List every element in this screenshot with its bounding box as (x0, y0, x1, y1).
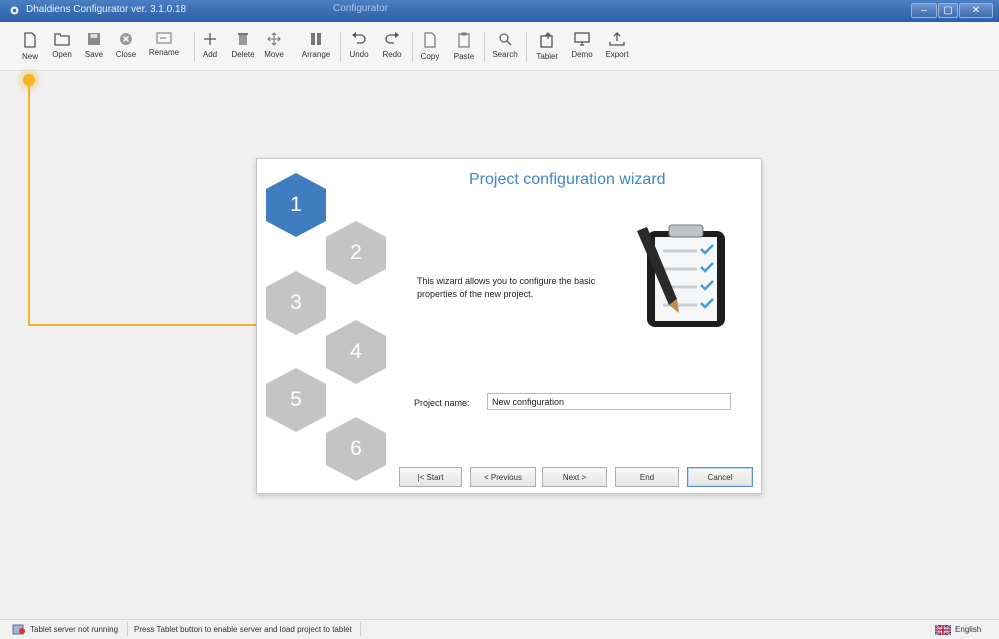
search-button[interactable]: Search (489, 26, 521, 66)
window-title: Dhaldiens Configurator ver. 3.1.0.18 (26, 4, 187, 15)
step-5-hexagon[interactable]: 5 (264, 367, 328, 433)
tablet-button[interactable]: Tablet (531, 26, 563, 66)
export-button[interactable]: Export (601, 26, 633, 66)
redo-button[interactable]: Redo (376, 26, 408, 66)
end-button[interactable]: End (615, 467, 679, 487)
wizard-title: Project configuration wizard (469, 171, 666, 188)
step-4-hexagon[interactable]: 4 (324, 319, 388, 385)
demo-label: Demo (571, 50, 593, 59)
copy-button[interactable]: Copy (414, 26, 446, 66)
new-label: New (21, 52, 38, 61)
undo-label: Undo (349, 50, 369, 59)
add-label: Add (202, 50, 218, 59)
toolbar-separator (484, 32, 485, 62)
arrange-label: Arrange (301, 50, 331, 59)
wizard-dialog: Project configuration wizard 1 2 3 4 5 6… (256, 158, 762, 494)
search-label: Search (492, 50, 518, 59)
copy-icon (424, 32, 436, 48)
wizard-description: This wizard allows you to configure the … (417, 276, 596, 299)
delete-button[interactable]: Delete (227, 26, 259, 66)
toolbar-separator (340, 32, 341, 62)
new-button[interactable]: New (14, 26, 46, 66)
tablet-server-status-icon (12, 624, 25, 635)
step-6-hexagon[interactable]: 6 (324, 416, 388, 482)
title-bar: Dhaldiens Configurator ver. 3.1.0.18 Con… (0, 0, 999, 22)
window-center-title: Configurator (333, 3, 389, 14)
step-4-number: 4 (350, 340, 362, 363)
step-2-number: 2 (350, 241, 362, 264)
save-label: Save (84, 50, 104, 59)
status-bar: Tablet server not running Press Tablet b… (0, 619, 999, 639)
step-3-hexagon[interactable]: 3 (264, 270, 328, 336)
callout-line-vertical (28, 79, 30, 325)
minimize-button[interactable]: – (911, 3, 937, 18)
trash-icon (238, 33, 248, 45)
language-selector[interactable]: English (955, 625, 981, 634)
move-icon (267, 32, 281, 46)
move-button[interactable]: Move (258, 26, 290, 66)
floppy-icon (88, 33, 100, 45)
tablet-icon (540, 32, 553, 48)
step-3-number: 3 (290, 291, 302, 314)
cancel-button[interactable]: Cancel (687, 467, 753, 487)
delete-label: Delete (231, 50, 255, 59)
paste-label: Paste (453, 52, 475, 61)
start-button[interactable]: |< Start (399, 467, 462, 487)
toolbar-separator (412, 32, 413, 62)
next-button[interactable]: Next > (542, 467, 607, 487)
rename-button[interactable]: Rename (148, 26, 180, 66)
undo-icon (352, 32, 366, 44)
arrange-button[interactable]: Arrange (300, 26, 332, 66)
main-toolbar: New Open Save Close Rename Add Delete Mo… (0, 22, 999, 71)
save-button[interactable]: Save (78, 26, 110, 66)
status-hint-text: Press Tablet button to enable server and… (134, 625, 352, 634)
folder-icon (54, 33, 70, 46)
close-circle-icon (120, 33, 132, 45)
project-name-input[interactable] (487, 393, 731, 410)
paste-icon (458, 32, 470, 48)
plus-icon (204, 33, 216, 45)
move-label: Move (264, 50, 284, 59)
add-button[interactable]: Add (194, 26, 226, 66)
server-status-text: Tablet server not running (30, 625, 119, 634)
close-button[interactable]: Close (110, 26, 142, 66)
maximize-button[interactable]: ▢ (938, 3, 958, 18)
new-document-icon (24, 32, 36, 48)
checklist-clipboard-icon (637, 224, 725, 327)
demo-button[interactable]: Demo (566, 26, 598, 66)
toolbar-separator (526, 32, 527, 62)
search-icon (499, 33, 512, 46)
export-label: Export (605, 50, 629, 59)
monitor-icon (574, 32, 590, 46)
app-icon (10, 6, 19, 15)
status-divider (360, 622, 361, 636)
rename-label: Rename (148, 48, 180, 57)
step-1-number: 1 (290, 193, 302, 216)
step-2-hexagon[interactable]: 2 (324, 220, 388, 286)
redo-icon (385, 32, 399, 44)
open-label: Open (52, 50, 72, 59)
copy-label: Copy (420, 52, 440, 61)
paste-button[interactable]: Paste (448, 26, 480, 66)
uk-flag-icon (935, 625, 951, 635)
callout-dot-start (23, 74, 35, 86)
redo-label: Redo (382, 50, 402, 59)
open-button[interactable]: Open (46, 26, 78, 66)
arrange-icon (311, 33, 321, 45)
export-icon (609, 32, 625, 46)
step-5-number: 5 (290, 388, 302, 411)
close-window-button[interactable]: ✕ (959, 3, 993, 18)
project-name-label: Project name: (414, 398, 470, 408)
status-divider (127, 622, 128, 636)
tablet-label: Tablet (536, 52, 558, 61)
close-label: Close (115, 50, 137, 59)
undo-button[interactable]: Undo (343, 26, 375, 66)
step-1-hexagon[interactable]: 1 (264, 172, 328, 238)
previous-button[interactable]: < Previous (470, 467, 536, 487)
step-6-number: 6 (350, 437, 362, 460)
rename-icon (156, 32, 172, 44)
